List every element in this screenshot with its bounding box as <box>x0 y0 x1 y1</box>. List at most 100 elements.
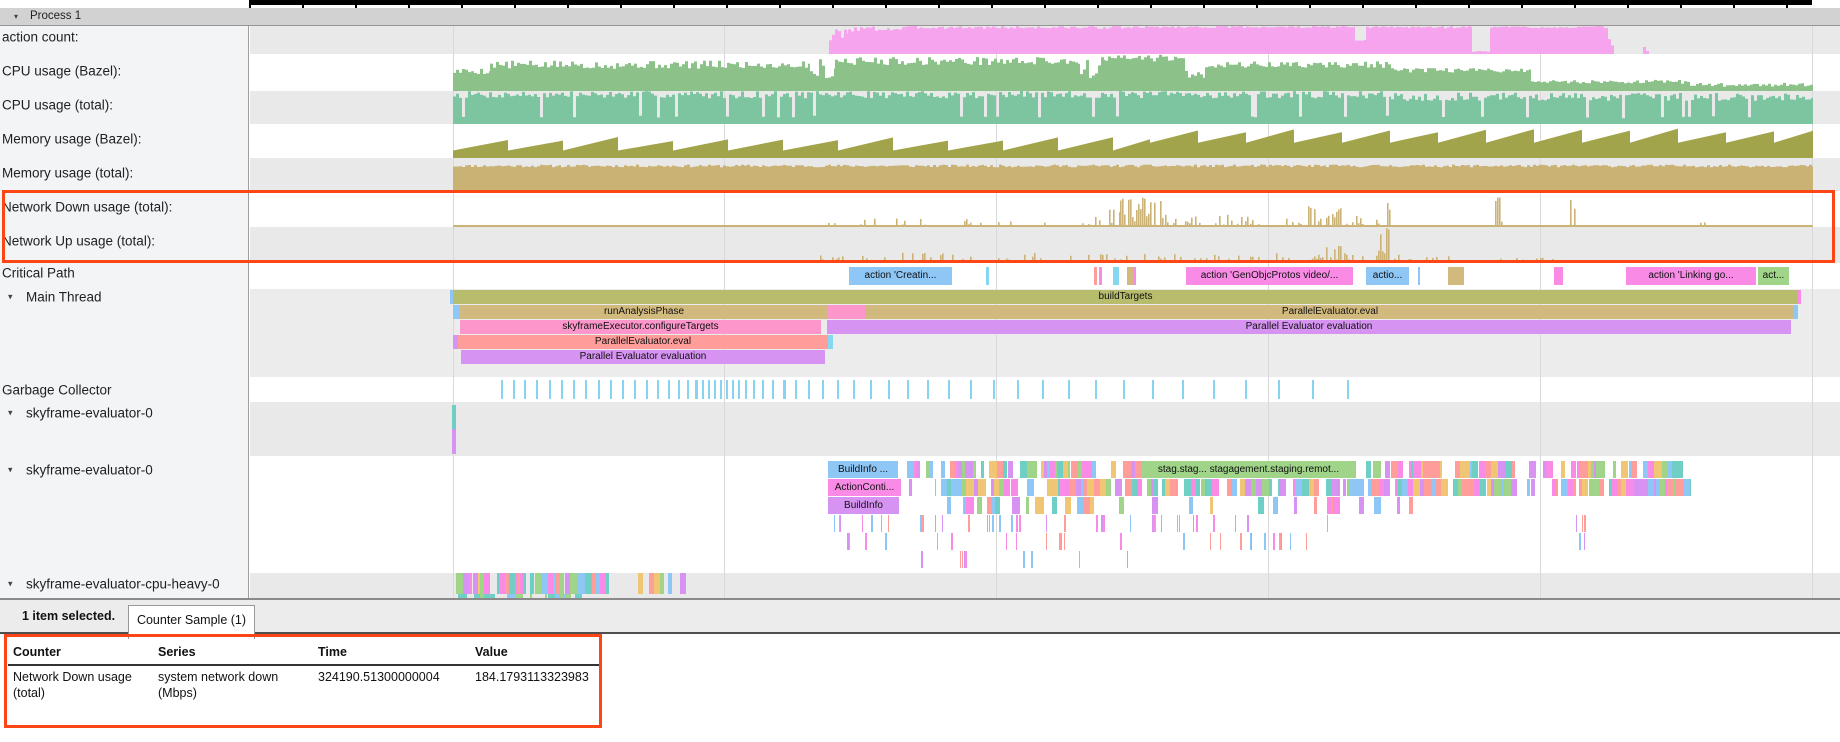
gc-event-tick[interactable] <box>993 380 995 399</box>
slice[interactable] <box>1153 479 1158 496</box>
slice[interactable] <box>1101 515 1103 532</box>
gc-event-tick[interactable] <box>853 380 855 399</box>
slice[interactable] <box>1059 533 1061 550</box>
gc-event-tick[interactable] <box>1182 380 1184 399</box>
gc-event-tick[interactable] <box>1095 380 1097 399</box>
slice[interactable] <box>1511 479 1518 496</box>
slice[interactable] <box>1220 533 1221 550</box>
gc-event-tick[interactable] <box>745 380 747 399</box>
slice[interactable] <box>1197 515 1198 532</box>
slice[interactable] <box>1094 267 1097 285</box>
slice[interactable] <box>989 461 996 478</box>
slice[interactable] <box>1016 515 1018 532</box>
slice[interactable] <box>922 515 924 532</box>
slice[interactable] <box>1023 551 1025 568</box>
slice[interactable] <box>660 573 665 594</box>
slice[interactable] <box>1302 479 1309 496</box>
slice[interactable] <box>1621 461 1629 478</box>
slice[interactable] <box>951 533 953 550</box>
track-label-critical-path[interactable]: Critical Path <box>2 266 75 281</box>
slice[interactable] <box>1591 479 1598 496</box>
slice[interactable] <box>1087 479 1094 496</box>
slice[interactable] <box>1064 533 1065 550</box>
slice[interactable] <box>1079 551 1080 568</box>
gc-event-tick[interactable] <box>1152 380 1154 399</box>
slice[interactable] <box>828 335 833 349</box>
gc-event-tick[interactable] <box>772 380 774 399</box>
gc-event-tick[interactable] <box>610 380 612 399</box>
thread-label-main-thread[interactable]: Main Thread <box>26 290 102 305</box>
slice[interactable] <box>1046 515 1047 532</box>
slice[interactable] <box>862 515 863 532</box>
slice-buildinfo-[interactable]: BuildInfo ... <box>828 461 898 478</box>
slice[interactable] <box>585 573 592 594</box>
slice-actionconti-[interactable]: ActionConti... <box>828 479 901 496</box>
gc-event-tick[interactable] <box>687 380 689 399</box>
gc-event-tick[interactable] <box>970 380 972 399</box>
slice[interactable] <box>1210 497 1213 514</box>
slice[interactable] <box>1373 461 1381 478</box>
slice[interactable] <box>1113 267 1119 285</box>
slice[interactable] <box>1152 515 1153 532</box>
tab-counter-sample[interactable]: Counter Sample (1) <box>128 605 255 639</box>
slice[interactable] <box>1281 533 1282 550</box>
gc-event-tick[interactable] <box>1245 380 1247 399</box>
gc-event-tick[interactable] <box>1068 380 1070 399</box>
slice[interactable] <box>1573 479 1576 496</box>
slice[interactable] <box>1130 515 1131 532</box>
slice[interactable] <box>1531 479 1535 496</box>
slice[interactable] <box>1384 479 1390 496</box>
gc-event-tick[interactable] <box>678 380 680 399</box>
slice[interactable] <box>1654 461 1661 478</box>
slice[interactable] <box>966 497 974 514</box>
timeline-tracks[interactable]: action 'Creatin...action 'GenObjcProtos … <box>250 26 1840 598</box>
slice[interactable] <box>1306 533 1307 550</box>
gc-event-tick[interactable] <box>1042 380 1044 399</box>
slice[interactable] <box>1213 515 1215 532</box>
gc-event-tick[interactable] <box>513 380 515 399</box>
gc-event-tick[interactable] <box>1312 380 1314 399</box>
gc-event-tick[interactable] <box>837 380 839 399</box>
gc-event-tick[interactable] <box>720 380 722 399</box>
gc-event-tick[interactable] <box>1278 380 1280 399</box>
slice[interactable] <box>1679 461 1682 478</box>
slice[interactable] <box>1170 479 1177 496</box>
slice[interactable] <box>523 573 526 594</box>
slice[interactable] <box>1641 479 1648 496</box>
slice[interactable] <box>1634 479 1641 496</box>
slice[interactable] <box>1580 461 1588 478</box>
slice[interactable] <box>995 497 1000 514</box>
gc-event-tick[interactable] <box>870 380 872 399</box>
slice[interactable] <box>1424 479 1431 496</box>
slice-parallel-evaluator-evaluation[interactable]: Parallel Evaluator evaluation <box>461 350 825 364</box>
slice[interactable] <box>968 515 970 532</box>
slice[interactable] <box>1052 497 1057 514</box>
gc-event-tick[interactable] <box>646 380 648 399</box>
slice[interactable] <box>1397 497 1400 514</box>
slice-act-[interactable]: act... <box>1758 267 1789 285</box>
slice[interactable] <box>1327 515 1328 532</box>
slice[interactable] <box>1011 515 1013 532</box>
slice[interactable] <box>1210 533 1211 550</box>
slice[interactable] <box>1016 533 1017 550</box>
track-label-cpu-usage-bazel[interactable]: CPU usage (Bazel): <box>2 64 121 79</box>
slice[interactable] <box>1599 479 1604 496</box>
collapse-triangle-icon[interactable]: ▾ <box>8 465 13 476</box>
slice[interactable] <box>1092 461 1097 478</box>
gc-event-tick[interactable] <box>795 380 797 399</box>
slice[interactable] <box>456 573 463 594</box>
gc-event-tick[interactable] <box>549 380 551 399</box>
slice[interactable] <box>1193 515 1194 532</box>
slice[interactable] <box>1290 533 1291 550</box>
gc-event-tick[interactable] <box>622 380 624 399</box>
slice[interactable] <box>1189 497 1194 514</box>
gc-event-tick[interactable] <box>753 380 755 399</box>
slice[interactable] <box>578 573 585 594</box>
slice-actio-[interactable]: actio... <box>1366 267 1409 285</box>
slice[interactable] <box>1398 461 1403 478</box>
slice[interactable] <box>668 573 673 594</box>
slice[interactable] <box>1004 479 1011 496</box>
slice[interactable] <box>1235 515 1236 532</box>
gc-event-tick[interactable] <box>927 380 929 399</box>
slice[interactable] <box>570 573 578 594</box>
